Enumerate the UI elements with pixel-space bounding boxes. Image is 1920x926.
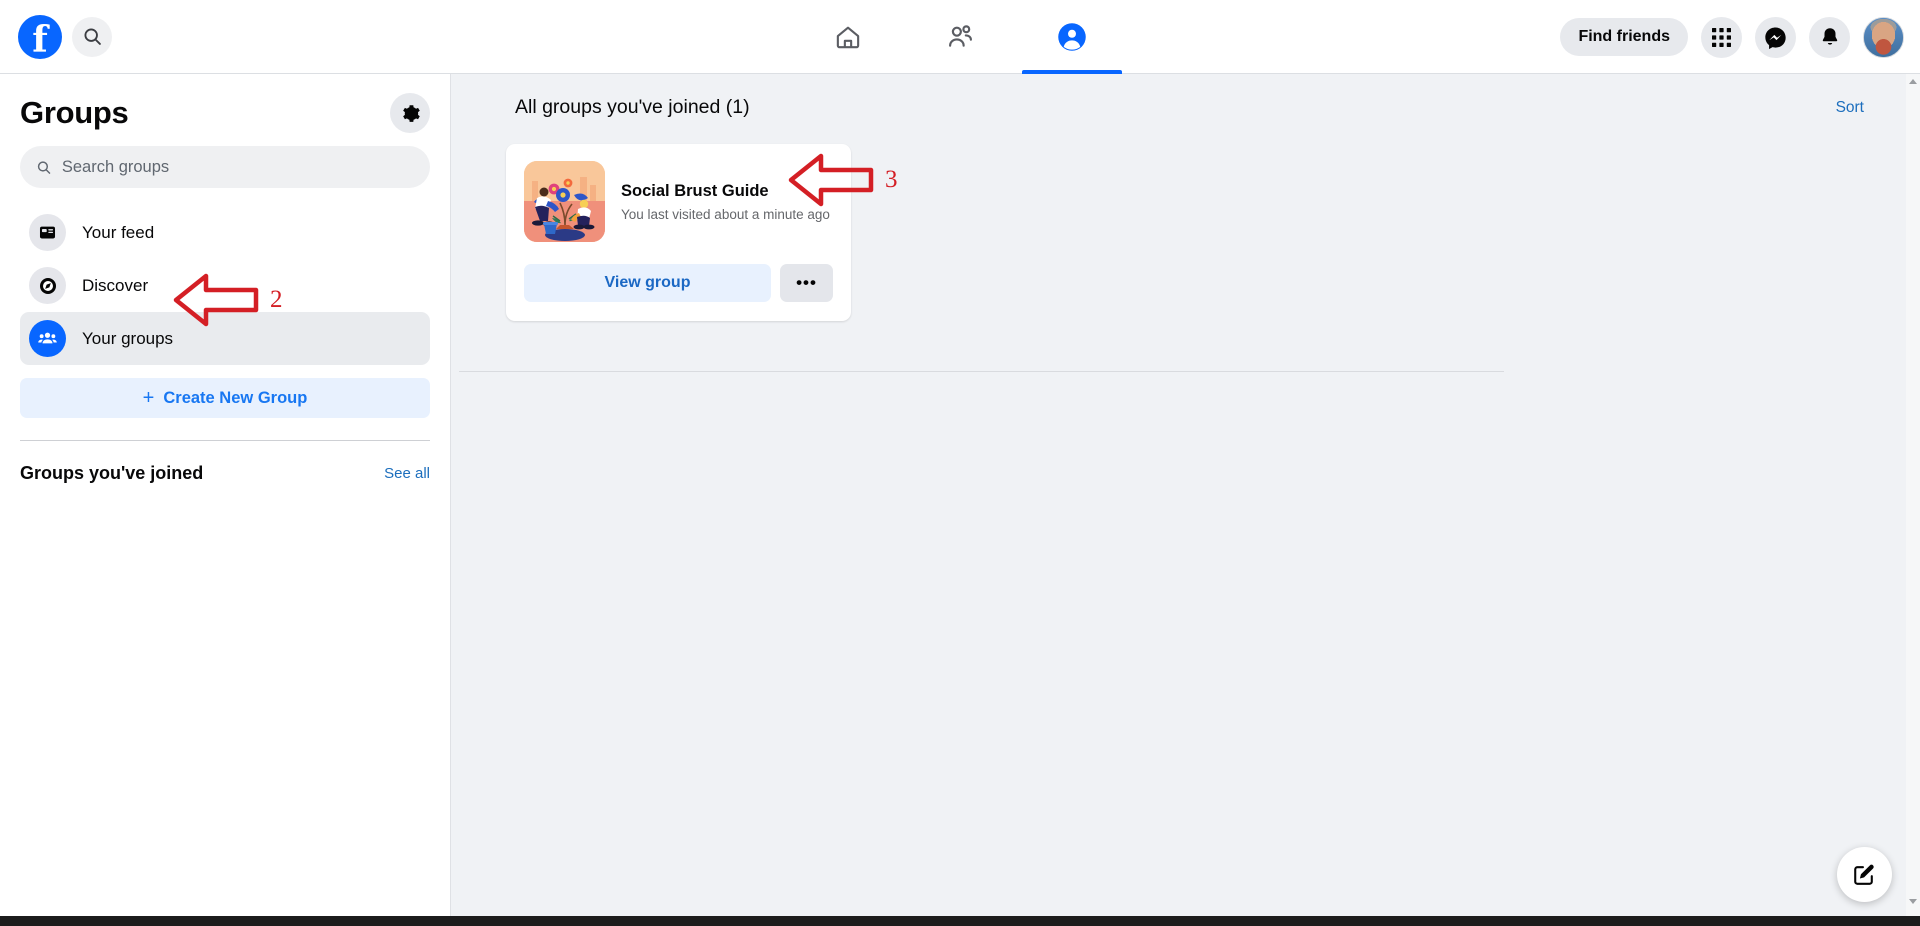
group-more-options-button[interactable]: ••• xyxy=(780,264,833,302)
annotation-label: 3 xyxy=(885,166,898,193)
find-friends-button[interactable]: Find friends xyxy=(1560,18,1688,56)
tab-groups[interactable] xyxy=(1016,0,1128,74)
people-group-icon xyxy=(29,320,66,357)
groups-joined-header: Groups you've joined See all xyxy=(20,463,430,484)
sidebar-item-your-feed[interactable]: Your feed xyxy=(20,206,430,259)
top-navigation-bar: f Find friends xyxy=(0,0,1920,74)
grid-menu-icon[interactable] xyxy=(1701,16,1742,58)
view-group-button[interactable]: View group xyxy=(524,264,771,302)
plus-icon: + xyxy=(142,387,155,409)
feed-icon xyxy=(29,214,66,251)
tab-friends[interactable] xyxy=(904,0,1016,74)
groups-joined-title: Groups you've joined xyxy=(20,463,204,483)
search-input[interactable] xyxy=(61,157,414,177)
profile-avatar[interactable] xyxy=(1863,16,1904,58)
search-groups-field[interactable] xyxy=(20,146,430,188)
topbar-nav-tabs xyxy=(792,0,1128,74)
page-title: Groups xyxy=(20,95,129,130)
sidebar-item-label: Your groups xyxy=(82,328,174,348)
content-divider xyxy=(459,371,1504,372)
create-new-group-label: Create New Group xyxy=(163,388,308,407)
messenger-icon[interactable] xyxy=(1755,16,1796,58)
scroll-down-arrow-icon[interactable] xyxy=(1906,894,1920,908)
annotation-2: 2 xyxy=(172,272,283,328)
page-scrollbar[interactable] xyxy=(1906,74,1920,926)
gear-icon[interactable] xyxy=(390,93,430,133)
annotation-3: 3 xyxy=(787,152,898,208)
main-content: All groups you've joined (1) Sort Social… xyxy=(451,74,1920,926)
compose-button[interactable] xyxy=(1837,847,1892,902)
annotation-label: 2 xyxy=(270,286,283,313)
search-icon[interactable] xyxy=(72,16,112,57)
avatar-image xyxy=(1864,17,1903,57)
topbar-left-section: f xyxy=(0,14,420,59)
group-card-actions: View group ••• xyxy=(524,264,833,302)
group-last-visited: You last visited about a minute ago xyxy=(621,206,830,222)
see-all-link[interactable]: See all xyxy=(384,465,430,482)
sort-link[interactable]: Sort xyxy=(1836,99,1864,117)
facebook-logo-icon[interactable]: f xyxy=(18,14,62,59)
search-icon xyxy=(37,160,51,174)
sidebar-header: Groups xyxy=(20,74,430,142)
create-new-group-button[interactable]: + Create New Group xyxy=(20,378,430,418)
bell-icon[interactable] xyxy=(1809,16,1850,58)
red-left-arrow-icon xyxy=(788,153,874,207)
scroll-up-arrow-icon[interactable] xyxy=(1906,74,1920,88)
facebook-groups-page: f Find friends Groups Search groups Your… xyxy=(0,0,1920,926)
groups-sidebar: Groups Search groups Your feed Discover … xyxy=(0,74,451,926)
compass-icon xyxy=(29,267,66,304)
sidebar-item-label: Discover xyxy=(82,275,149,295)
os-taskbar xyxy=(0,916,1920,926)
sidebar-divider xyxy=(20,440,430,441)
red-left-arrow-icon xyxy=(173,273,259,327)
tab-home[interactable] xyxy=(792,0,904,74)
gardening-illustration-icon xyxy=(524,161,605,242)
compose-icon xyxy=(1854,864,1874,885)
sidebar-item-label: Your feed xyxy=(82,222,155,242)
all-groups-title: All groups you've joined (1) xyxy=(515,96,750,118)
topbar-right-section: Find friends xyxy=(1560,0,1904,74)
main-header: All groups you've joined (1) Sort xyxy=(451,74,1920,119)
